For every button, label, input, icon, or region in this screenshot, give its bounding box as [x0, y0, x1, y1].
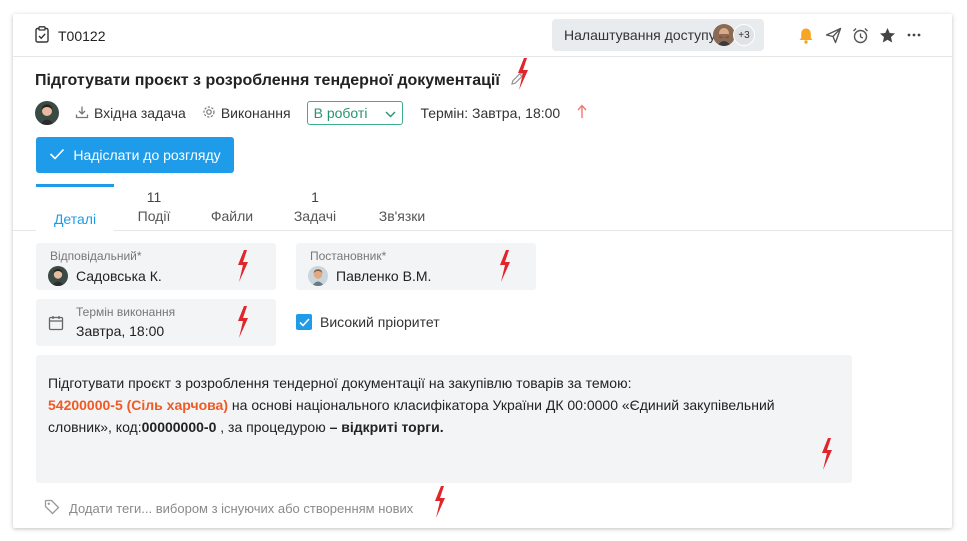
description-line-1: Підготувати проєкт з розроблення тендерн…	[48, 375, 632, 391]
lightning-marker-icon	[822, 438, 832, 470]
checkbox-checked-icon[interactable]	[296, 314, 312, 330]
task-id-text: T00122	[58, 28, 106, 44]
incoming-task-label: Вхідна задача	[94, 105, 186, 121]
access-settings-button[interactable]: Налаштування доступу +3	[552, 19, 764, 51]
access-settings-label: Налаштування доступу	[564, 27, 716, 43]
tab-count: 1	[311, 189, 319, 205]
task-card: T00122 Налаштування доступу +3 Підготува…	[13, 14, 952, 528]
calendar-icon	[48, 315, 64, 334]
tab-details[interactable]: Деталі	[36, 184, 114, 231]
task-meta-row: Вхідна задача Виконання В роботі Термін:…	[35, 100, 587, 126]
more-options-icon[interactable]	[905, 26, 923, 44]
tab-count	[368, 184, 436, 204]
task-title-text: Підготувати проєкт з розроблення тендерн…	[35, 71, 500, 89]
avatar	[35, 101, 59, 125]
author-name: Павленко В.М.	[336, 268, 432, 284]
tab-bar: Деталі 11 Події Файли 1 Задачі Зв'язки	[13, 184, 952, 231]
alarm-clock-icon[interactable]	[851, 26, 869, 44]
header-actions	[797, 26, 923, 44]
procedure-value: відкриті торги.	[337, 419, 444, 435]
execution-label: Виконання	[220, 105, 291, 121]
high-priority-checkbox[interactable]: Високий пріоритет	[296, 314, 440, 330]
lightning-marker-icon	[238, 250, 248, 282]
task-title: Підготувати проєкт з розроблення тендерн…	[35, 70, 526, 91]
lightning-marker-icon	[238, 306, 248, 338]
lightning-marker-icon	[435, 486, 445, 518]
avatar	[48, 266, 68, 286]
task-header: T00122 Налаштування доступу +3	[13, 14, 952, 57]
author-label: Постановник*	[310, 249, 387, 263]
due-date-label: Термін виконання	[76, 305, 176, 319]
lightning-marker-icon	[518, 58, 528, 90]
send-icon[interactable]	[824, 26, 842, 44]
tab-label: Зв'язки	[378, 208, 426, 224]
tab-files[interactable]: Файли	[202, 184, 262, 231]
tab-label: Файли	[210, 208, 254, 224]
clipboard-check-icon	[35, 26, 49, 46]
classifier-code-highlight: 54200000-5 (Сіль харчова)	[48, 397, 229, 413]
tab-count	[36, 187, 114, 207]
tab-label: Задачі	[293, 208, 337, 224]
download-icon	[75, 105, 89, 122]
responsible-value: Садовська К.	[48, 266, 162, 286]
checkmark-icon	[49, 147, 65, 163]
description-text: , за процедурою	[216, 419, 330, 435]
tags-placeholder: Додати теги... вибором з існуючих або ст…	[69, 501, 414, 516]
status-dropdown[interactable]: В роботі	[306, 101, 404, 125]
tab-count: 11	[146, 189, 162, 205]
tab-links[interactable]: Зв'язки	[368, 184, 436, 231]
tag-icon	[44, 499, 60, 518]
chevron-down-icon	[385, 105, 396, 121]
description-body: 54200000-5 (Сіль харчова) на основі наці…	[48, 394, 840, 438]
tab-events[interactable]: 11 Події	[124, 184, 184, 231]
author-value: Павленко В.М.	[308, 266, 431, 286]
execution-type: Виконання	[202, 105, 291, 122]
task-description[interactable]: Підготувати проєкт з розроблення тендерн…	[36, 355, 852, 483]
tab-count	[202, 184, 262, 204]
responsible-name: Садовська К.	[76, 268, 162, 284]
responsible-label: Відповідальний*	[50, 249, 142, 263]
gear-icon	[202, 105, 216, 122]
incoming-task-indicator: Вхідна задача	[75, 105, 186, 122]
tab-label: Деталі	[53, 211, 97, 227]
tab-label: Події	[137, 208, 171, 224]
tab-tasks[interactable]: 1 Задачі	[285, 184, 345, 231]
star-icon[interactable]	[878, 26, 896, 44]
access-avatars: +3	[713, 24, 755, 46]
submit-for-review-button[interactable]: Надіслати до розгляду	[36, 137, 234, 173]
bell-icon[interactable]	[797, 26, 815, 44]
avatar	[308, 266, 328, 286]
arrow-up-icon	[577, 104, 587, 122]
high-priority-label: Високий пріоритет	[320, 314, 440, 330]
more-members-count: +3	[733, 24, 755, 46]
due-date-value: Завтра, 18:00	[76, 323, 165, 339]
lightning-marker-icon	[500, 250, 510, 282]
status-value: В роботі	[313, 105, 368, 121]
submit-for-review-label: Надіслати до розгляду	[73, 147, 221, 163]
deadline-text: Термін: Завтра, 18:00	[420, 105, 561, 121]
tags-input[interactable]: Додати теги... вибором з існуючих або ст…	[44, 499, 413, 518]
avatar	[713, 24, 735, 46]
code-value: 00000000-0	[141, 419, 217, 435]
task-id: T00122	[35, 26, 105, 46]
